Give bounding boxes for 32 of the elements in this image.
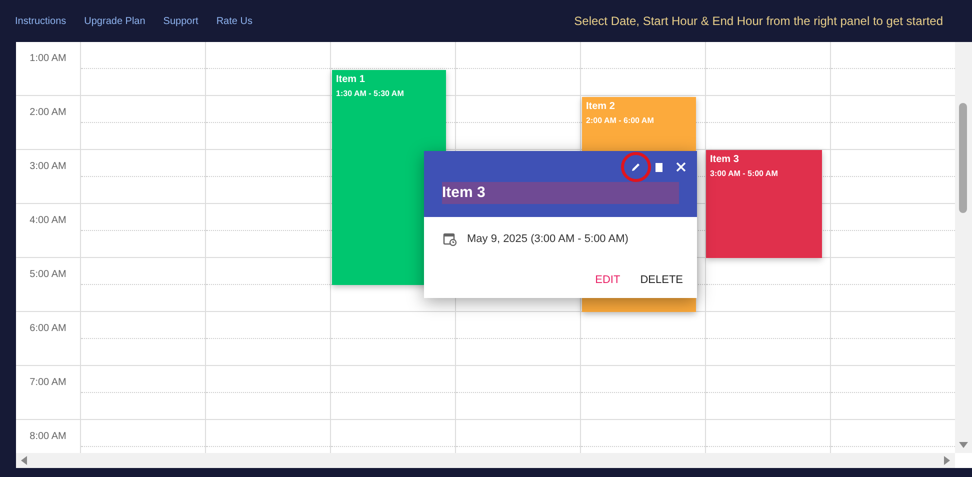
- event-block[interactable]: Item 3 3:00 AM - 5:00 AM: [706, 150, 822, 258]
- scroll-right-icon[interactable]: [944, 456, 950, 465]
- close-icon: [676, 162, 686, 172]
- nav-link[interactable]: Support: [163, 14, 198, 28]
- nav-link[interactable]: Upgrade Plan: [84, 14, 146, 28]
- delete-action[interactable]: DELETE: [632, 270, 691, 290]
- event-date: May 9, 2025 (3:00 AM - 5:00 AM): [467, 232, 628, 247]
- time-label: 4:00 AM: [30, 214, 66, 225]
- nav-link[interactable]: Instructions: [15, 14, 66, 28]
- time-label: 1:00 AM: [30, 52, 66, 63]
- event-title: Item 3: [710, 154, 740, 166]
- time-label: 2:00 AM: [30, 106, 66, 117]
- trash-icon: [655, 162, 663, 172]
- edit-action[interactable]: EDIT: [587, 270, 628, 290]
- event-time: 2:00 AM - 6:00 AM: [586, 115, 655, 127]
- time-label: 8:00 AM: [30, 430, 66, 441]
- time-label: 7:00 AM: [30, 376, 66, 387]
- time-label: 6:00 AM: [30, 322, 66, 333]
- instruction-text: Select Date, Start Hour & End Hour from the right panel to get started: [574, 13, 943, 30]
- scrollbar-thumb[interactable]: [959, 103, 967, 213]
- nav-link[interactable]: Rate Us: [216, 14, 252, 28]
- event-time: 3:00 AM - 5:00 AM: [710, 168, 779, 180]
- pencil-icon: [631, 162, 641, 172]
- scroll-left-icon[interactable]: [21, 456, 27, 465]
- vertical-scrollbar[interactable]: [955, 42, 972, 453]
- calendar-clock-icon: [443, 232, 457, 246]
- event-time: 1:30 AM - 5:30 AM: [336, 88, 405, 100]
- time-label: 5:00 AM: [30, 268, 66, 279]
- event-title: Item 2: [586, 101, 616, 113]
- time-label: 3:00 AM: [30, 160, 66, 171]
- scroll-down-icon[interactable]: [959, 442, 968, 448]
- event-title: Item 1: [336, 74, 366, 86]
